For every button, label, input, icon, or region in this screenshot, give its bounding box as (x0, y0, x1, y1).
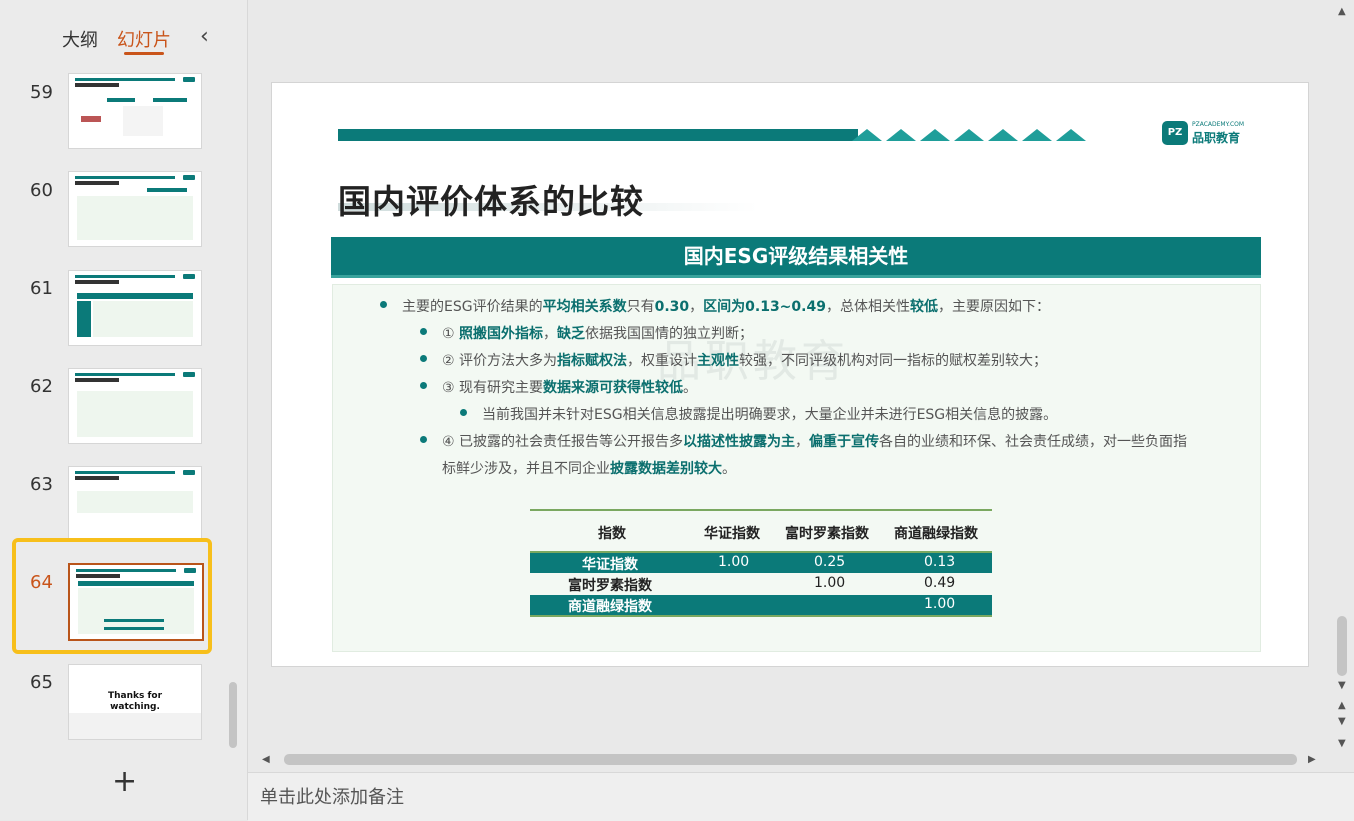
bullet-sub: 当前我国并未针对ESG相关信息披露提出明确要求，大量企业并未进行ESG相关信息的… (460, 404, 1057, 424)
table-cell: 0.13 (924, 554, 956, 570)
table-header: 华证指数 (704, 526, 760, 542)
decor-triangle (954, 129, 984, 141)
thumb-text: Thanks for watching. (107, 691, 163, 712)
slide-thumbnail-59[interactable] (68, 73, 202, 149)
vertical-scrollbar[interactable] (1337, 616, 1347, 676)
table-top-rule (530, 509, 992, 511)
table-header: 指数 (598, 526, 626, 542)
table-header: 商道融绿指数 (894, 526, 978, 542)
scroll-right-icon[interactable]: ▶ (1308, 754, 1316, 765)
table-header: 富时罗素指数 (785, 526, 869, 542)
slide-thumbnail-62[interactable] (68, 368, 202, 444)
brand-logo: PZ PZACADEMY.COM 品职教育 (1162, 121, 1252, 151)
decor-triangle (1056, 129, 1086, 141)
logo-url: PZACADEMY.COM (1192, 121, 1245, 128)
prev-slide-icon[interactable]: ▲ (1338, 700, 1346, 711)
section-header: 国内ESG评级结果相关性 (331, 237, 1261, 278)
scroll-down-icon[interactable]: ▼ (1338, 680, 1346, 691)
slide-number: 63 (30, 474, 53, 495)
decor-triangle (886, 129, 916, 141)
table-cell: 1.00 (924, 596, 956, 612)
slide-thumbnail-60[interactable] (68, 171, 202, 247)
slide-panel: 大纲 幻灯片 ‹ 59 60 61 62 63 64 65 Thanks for… (0, 0, 248, 820)
bullet-reason-4: ④ 已披露的社会责任报告等公开报告多以描述性披露为主，偏重于宣传各自的业绩和环保… (420, 431, 1187, 451)
decor-triangle (1022, 129, 1052, 141)
scroll-left-icon[interactable]: ◀ (262, 754, 270, 765)
slide-number: 64 (30, 572, 53, 593)
logo-name: 品职教育 (1192, 131, 1241, 145)
tab-outline[interactable]: 大纲 (62, 26, 98, 52)
table-cell: 0.49 (924, 575, 956, 591)
table-cell: 0.25 (814, 554, 846, 570)
bullet-main: 主要的ESG评价结果的平均相关系数只有0.30，区间为0.13~0.49，总体相… (380, 296, 1050, 316)
slide-number: 65 (30, 672, 53, 693)
table-cell: 商道融绿指数 (568, 599, 652, 615)
decor-triangle (852, 129, 882, 141)
bullet-reason-4-cont: 标鲜少涉及，并且不同企业披露数据差别较大。 (442, 461, 736, 477)
bullet-reason-1: ① 照搬国外指标，缺乏依据我国国情的独立判断； (420, 323, 753, 343)
horizontal-scrollbar[interactable] (284, 754, 1297, 765)
slide-thumbnail-63[interactable] (68, 466, 202, 542)
bullet-reason-2: ② 评价方法大多为指标赋权法，权重设计主观性较强，不同评级机构对同一指标的赋权差… (420, 350, 1047, 370)
next-slide-icon[interactable]: ▼ (1338, 716, 1346, 727)
logo-mark: PZ (1162, 121, 1188, 145)
table-cell: 富时罗素指数 (568, 578, 652, 594)
scroll-up-icon[interactable]: ▲ (1338, 6, 1346, 17)
table-cell: 1.00 (718, 554, 750, 570)
slide-title: 国内评价体系的比较 (338, 182, 644, 221)
slide-canvas[interactable]: PZ PZACADEMY.COM 品职教育 国内评价体系的比较 国内ESG评级结… (271, 82, 1309, 667)
decor-triangle (920, 129, 950, 141)
slide-number: 60 (30, 180, 53, 201)
chevron-left-icon[interactable]: ‹ (200, 24, 209, 49)
slide-number: 61 (30, 278, 53, 299)
slide-number: 59 (30, 82, 53, 103)
slide-thumbnail-64[interactable] (68, 563, 204, 641)
slide-thumbnail-61[interactable] (68, 270, 202, 346)
notes-placeholder[interactable]: 单击此处添加备注 (260, 783, 404, 809)
slide-number: 62 (30, 376, 53, 397)
active-tab-indicator (124, 52, 164, 55)
plus-icon[interactable]: + (112, 764, 137, 799)
table-cell: 华证指数 (582, 557, 638, 573)
table-cell: 1.00 (814, 575, 846, 591)
decor-triangle (988, 129, 1018, 141)
slide-thumbnail-65[interactable]: Thanks for watching. (68, 664, 202, 740)
tab-slides[interactable]: 幻灯片 (117, 26, 171, 52)
notes-pane[interactable]: 单击此处添加备注 (248, 772, 1354, 821)
panel-scrollbar[interactable] (229, 682, 237, 748)
page-down-icon[interactable]: ▼ (1338, 738, 1346, 749)
header-band (338, 129, 858, 141)
bullet-reason-3: ③ 现有研究主要数据来源可获得性较低。 (420, 377, 697, 397)
